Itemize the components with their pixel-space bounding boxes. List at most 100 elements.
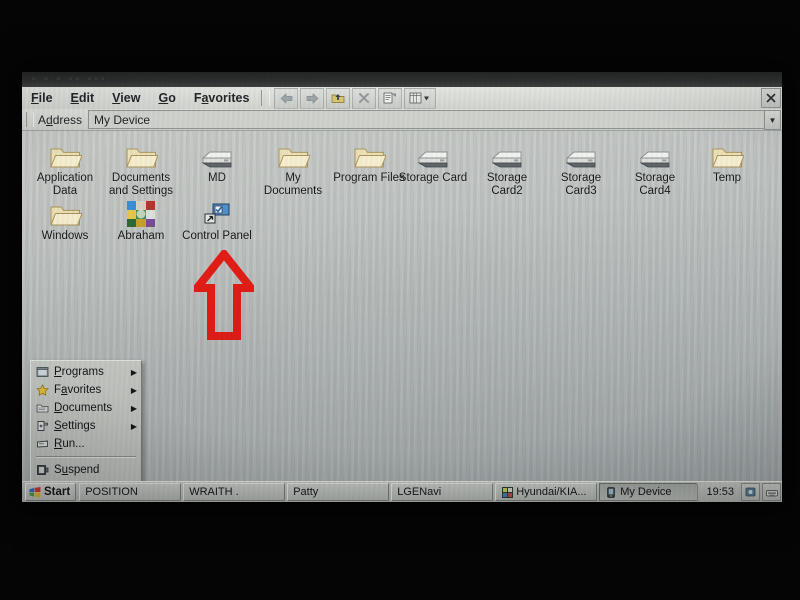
desktop-icon-storage-card3[interactable]: Storage Card3 (544, 136, 618, 197)
drive-icon (201, 151, 232, 168)
drive-glyph (544, 136, 618, 170)
desktop-icon-storage-card[interactable]: Storage Card (396, 136, 470, 185)
taskbar-buttons: POSITION WRAITH . Patty LGENavi Hyundai/KIA.… (78, 483, 698, 501)
taskbar-clock[interactable]: 19:53 (700, 486, 740, 498)
start-menu-item-label: Documents (54, 402, 113, 414)
windows-ce-desktop: ▫ ▫ ▫ ▫▫ ▫▫▫ File Edit View Go Favorites (22, 72, 782, 502)
menu-favorites[interactable]: Favorites (185, 87, 259, 109)
start-menu-separator (36, 456, 136, 458)
start-menu-item-favorites[interactable]: Favorites ▶ (31, 381, 141, 399)
desktop-icon-control-panel[interactable]: Control Panel (180, 194, 254, 243)
back-button[interactable] (274, 87, 299, 109)
folder-glyph (104, 136, 178, 170)
properties-button[interactable] (378, 87, 403, 109)
folder-glyph (332, 136, 406, 170)
desktop-icon-application-data[interactable]: Application Data (28, 136, 102, 197)
window-close-button[interactable] (761, 88, 781, 108)
menu-edit[interactable]: Edit (62, 87, 104, 109)
menu-view[interactable]: View (103, 87, 149, 109)
start-menu-item-suspend[interactable]: Suspend (31, 461, 141, 479)
start-menu-item-programs[interactable]: Programs ▶ (31, 363, 141, 381)
menu-bar: File Edit View Go Favorites (22, 87, 782, 110)
arrow-left-icon (280, 92, 293, 104)
drive-glyph (180, 136, 254, 170)
drive-icon (491, 151, 522, 168)
taskbar-button-label: LGENavi (397, 486, 442, 498)
up-one-level-button[interactable] (326, 87, 351, 109)
desktop-icon-label: Temp (712, 172, 742, 184)
screen-bezel-shadow: ▫ ▫ ▫ ▫▫ ▫▫▫ (22, 72, 782, 87)
desktop-icon-label: Storage Card3 (560, 172, 602, 197)
forward-button[interactable] (300, 87, 325, 109)
address-bar-grip[interactable] (26, 112, 34, 127)
folder-icon (353, 148, 386, 168)
drive-glyph (470, 136, 544, 170)
address-dropdown-button[interactable]: ▼ (764, 110, 781, 130)
taskbar-button-lgenavi[interactable]: LGENavi (391, 483, 494, 501)
drive-icon (565, 151, 596, 168)
device-icon (605, 486, 617, 498)
submenu-arrow-icon: ▶ (130, 403, 137, 413)
start-button[interactable]: Start (25, 483, 77, 501)
desktop-icon-label: Storage Card2 (486, 172, 528, 197)
bezel-ghost-text: ▫ ▫ ▫ ▫▫ ▫▫▫ (32, 74, 108, 85)
desktop-icon-storage-card4[interactable]: Storage Card4 (618, 136, 692, 197)
taskbar-button-my-device[interactable]: My Device (599, 483, 698, 501)
desktop-icon-windows[interactable]: Windows (28, 194, 102, 243)
desktop-icon-storage-card2[interactable]: Storage Card2 (470, 136, 544, 197)
toolbar-close-button[interactable] (352, 87, 377, 109)
properties-icon (384, 92, 397, 104)
address-input[interactable]: My Device (88, 110, 766, 129)
taskbar-button-patty[interactable]: Patty (287, 483, 390, 501)
control-panel-glyph (180, 194, 254, 228)
chevron-down-icon: ▼ (768, 115, 777, 125)
view-button[interactable] (404, 87, 437, 109)
taskbar-button-hyundai-kia[interactable]: Hyundai/KIA... (495, 483, 598, 501)
suspend-icon (35, 463, 50, 477)
start-menu[interactable]: Programs ▶ Favorites ▶ Documents ▶ Settings ▶ Ru… (30, 360, 142, 482)
view-list-icon (410, 92, 430, 104)
windows-flag-icon (29, 486, 41, 498)
taskbar-button-wraith[interactable]: WRAITH . (183, 483, 286, 501)
desktop-icon-abraham[interactable]: Abraham (104, 194, 178, 243)
folder-glyph (28, 194, 102, 228)
app-glyph (104, 194, 178, 228)
run-icon (35, 437, 50, 451)
desktop-icon-program-files[interactable]: Program Files (332, 136, 406, 185)
toolbar-grip[interactable] (261, 90, 271, 106)
folder-glyph (256, 136, 330, 170)
submenu-arrow-icon: ▶ (130, 421, 137, 431)
start-menu-item-settings[interactable]: Settings ▶ (31, 417, 141, 435)
desktop-icon-md[interactable]: MD (180, 136, 254, 185)
start-menu-item-label: Run... (54, 438, 85, 450)
documents-icon (35, 401, 50, 415)
folder-glyph (28, 136, 102, 170)
address-label: Address (38, 112, 83, 127)
taskbar-button-position[interactable]: POSITION (79, 483, 182, 501)
keyboard-icon[interactable] (762, 483, 781, 501)
start-menu-item-run[interactable]: Run... (31, 435, 141, 453)
up-folder-icon (332, 94, 345, 103)
hyundai-kia-icon (501, 486, 513, 498)
start-menu-item-label: Programs (54, 366, 104, 378)
folder-icon (49, 148, 82, 168)
desktop-icon-label: Storage Card4 (634, 172, 676, 197)
desktop-icon-label: Control Panel (182, 230, 252, 242)
menu-file[interactable]: File (22, 87, 62, 109)
desktop-icon-label: Program Files (333, 172, 405, 184)
drive-glyph (618, 136, 692, 170)
menu-go[interactable]: Go (149, 87, 184, 109)
application-icon (127, 201, 155, 227)
desktop-icon-label: Abraham (117, 230, 165, 242)
desktop-icon-temp[interactable]: Temp (690, 136, 764, 185)
settings-icon (35, 419, 50, 433)
start-menu-item-documents[interactable]: Documents ▶ (31, 399, 141, 417)
network-icon[interactable] (741, 483, 760, 501)
taskbar-button-label: My Device (620, 486, 672, 498)
desktop-icon-my-documents[interactable]: My Documents (256, 136, 330, 197)
start-menu-item-label: Settings (54, 420, 96, 432)
taskbar: Start POSITION WRAITH . Patty LGENavi Hyunda… (22, 481, 782, 502)
desktop-icon-label: Windows (41, 230, 89, 242)
taskbar-button-label: POSITION (85, 486, 138, 498)
desktop-icon-documents-and-settings[interactable]: Documents and Settings (104, 136, 178, 197)
